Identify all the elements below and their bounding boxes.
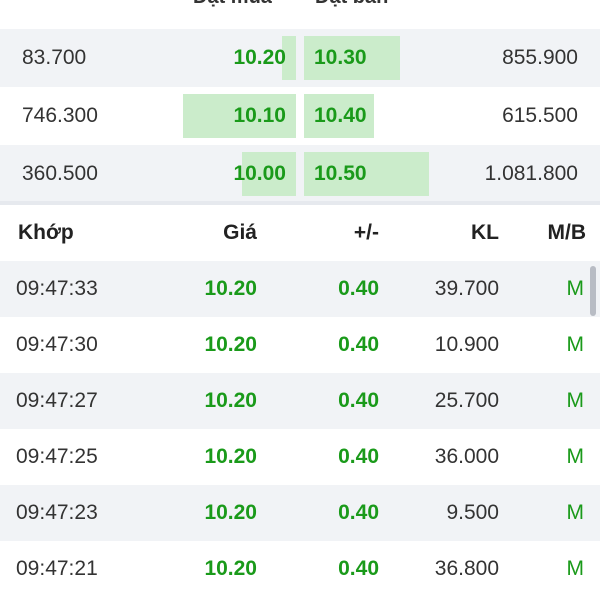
trade-row: 09:47:21 10.20 0.40 36.800 M	[0, 541, 600, 597]
trade-price: 10.20	[204, 333, 257, 356]
trade-volume: 36.800	[434, 557, 499, 580]
order-book-row: 746.300 10.10 10.40 615.500	[0, 87, 600, 145]
trade-row: 09:47:30 10.20 0.40 10.900 M	[0, 317, 600, 373]
trade-price: 10.20	[204, 501, 257, 524]
header-time: Khớp	[18, 221, 74, 244]
ask-price[interactable]: 10.40	[314, 87, 367, 145]
trade-price: 10.20	[204, 277, 257, 300]
trade-side: M	[566, 501, 585, 524]
bid-price[interactable]: 10.20	[233, 29, 286, 87]
trade-time: 09:47:23	[16, 501, 98, 524]
trade-change: 0.40	[338, 277, 379, 300]
trade-side: M	[566, 445, 585, 468]
trade-side: M	[566, 557, 585, 580]
order-book-header: Đặt mua Đặt bán	[0, 0, 600, 14]
trade-time: 09:47:21	[16, 557, 98, 580]
header-side: M/B	[547, 221, 587, 244]
trade-time: 09:47:30	[16, 333, 98, 356]
ask-price[interactable]: 10.30	[314, 29, 367, 87]
bid-volume: 83.700	[22, 46, 87, 69]
trade-price: 10.20	[204, 445, 257, 468]
bid-volume: 746.300	[22, 104, 98, 127]
header-change: +/-	[353, 221, 379, 244]
trade-change: 0.40	[338, 389, 379, 412]
trades-scrollbar[interactable]	[590, 266, 596, 316]
trade-row: 09:47:33 10.20 0.40 39.700 M	[0, 261, 600, 317]
trade-row: 09:47:25 10.20 0.40 36.000 M	[0, 429, 600, 485]
trade-price: 10.20	[204, 557, 257, 580]
trade-volume: 39.700	[434, 277, 499, 300]
ask-header: Đặt bán	[315, 0, 388, 9]
ask-volume: 1.081.800	[484, 162, 578, 185]
header-price: Giá	[223, 221, 257, 244]
trade-volume: 25.700	[434, 389, 499, 412]
ask-volume: 615.500	[502, 104, 578, 127]
ask-volume: 855.900	[502, 46, 578, 69]
trade-side: M	[566, 277, 585, 300]
trade-price: 10.20	[204, 389, 257, 412]
trade-time: 09:47:27	[16, 389, 98, 412]
header-volume: KL	[471, 221, 499, 244]
trade-change: 0.40	[338, 445, 379, 468]
bid-header: Đặt mua	[193, 0, 272, 9]
trade-time: 09:47:33	[16, 277, 98, 300]
trade-change: 0.40	[338, 501, 379, 524]
bid-price[interactable]: 10.00	[233, 145, 286, 203]
trade-volume: 36.000	[434, 445, 499, 468]
trade-change: 0.40	[338, 557, 379, 580]
trade-time: 09:47:25	[16, 445, 98, 468]
trade-side: M	[566, 333, 585, 356]
trades-header: Khớp Giá +/- KL M/B	[0, 205, 600, 261]
order-book-row: 83.700 10.20 10.30 855.900	[0, 29, 600, 87]
order-book-row: 360.500 10.00 10.50 1.081.800	[0, 145, 600, 203]
trade-side: M	[566, 389, 585, 412]
market-depth-panel: Đặt mua Đặt bán 83.700 10.20 10.30 855.9…	[0, 0, 600, 600]
bid-volume: 360.500	[22, 162, 98, 185]
ask-price[interactable]: 10.50	[314, 145, 367, 203]
trade-volume: 9.500	[446, 501, 499, 524]
trade-change: 0.40	[338, 333, 379, 356]
bid-price[interactable]: 10.10	[233, 87, 286, 145]
trade-volume: 10.900	[434, 333, 499, 356]
trade-row: 09:47:23 10.20 0.40 9.500 M	[0, 485, 600, 541]
trade-row: 09:47:27 10.20 0.40 25.700 M	[0, 373, 600, 429]
